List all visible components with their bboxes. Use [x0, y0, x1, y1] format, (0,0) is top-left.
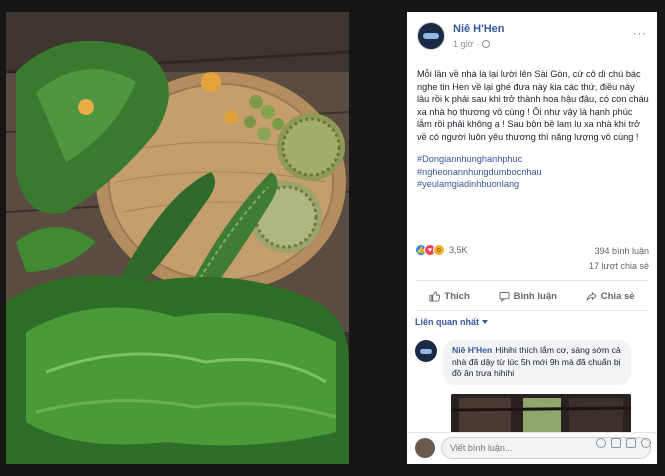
- comment-count[interactable]: 394 bình luận: [594, 246, 649, 256]
- gif-icon[interactable]: [626, 438, 636, 448]
- comment-sort-dropdown[interactable]: Liên quan nhất: [415, 317, 488, 327]
- thumbs-up-icon: [429, 290, 441, 302]
- screenshot: Niê H'Hen 1 giờ · ··· Mỗi lần về nhà là …: [0, 0, 665, 476]
- author-name[interactable]: Niê H'Hen: [453, 23, 505, 35]
- share-label: Chia sẻ: [600, 290, 635, 302]
- post-meta: 1 giờ ·: [453, 39, 491, 49]
- share-button[interactable]: Chia sẻ: [586, 291, 635, 302]
- share-icon: [586, 291, 597, 301]
- hashtags: #Dongiannhunghanhphuc #ngheonannhungdumb…: [417, 153, 649, 191]
- hashtag-link[interactable]: #Dongiannhunghanhphuc: [417, 153, 649, 166]
- post-panel: Niê H'Hen 1 giờ · ··· Mỗi lần về nhà là …: [407, 12, 657, 464]
- post-photo[interactable]: [6, 12, 349, 464]
- caret-down-icon: [482, 320, 488, 324]
- like-button[interactable]: Thích: [429, 290, 470, 302]
- globe-icon: [482, 40, 491, 48]
- more-options-icon[interactable]: ···: [633, 28, 647, 40]
- vegetables-image: [6, 12, 349, 464]
- comment-bubble: Niê H'Hen Hihihi thích lắm cơ, sáng sớm c…: [443, 340, 631, 385]
- comment-icon: [499, 291, 510, 302]
- reactions-summary[interactable]: 👍 ♥ o 3,5K: [415, 244, 468, 256]
- author-avatar[interactable]: [417, 22, 445, 50]
- comment-sort-label: Liên quan nhất: [415, 317, 479, 327]
- hashtag-link[interactable]: #ngheonannhungdumbocnhau: [417, 166, 649, 179]
- like-label: Thích: [444, 290, 470, 302]
- current-user-avatar: [415, 438, 435, 458]
- post-actions: Thích Bình luận Chia sẻ: [415, 284, 649, 308]
- divider: [415, 310, 649, 311]
- comment-input[interactable]: [450, 443, 555, 453]
- camera-icon[interactable]: [611, 438, 621, 448]
- divider: [415, 280, 649, 281]
- wow-reaction-icon: o: [433, 244, 445, 256]
- commenter-avatar[interactable]: [415, 340, 437, 362]
- hashtag-link[interactable]: #yeulamgiadinhbuonlang: [417, 178, 649, 191]
- comment-button[interactable]: Bình luận: [499, 291, 557, 302]
- composer-icons: [596, 438, 651, 448]
- reaction-count: 3,5K: [449, 245, 468, 255]
- commenter-name[interactable]: Niê H'Hen: [452, 345, 492, 355]
- post-header: Niê H'Hen 1 giờ · ···: [417, 22, 647, 52]
- share-count[interactable]: 17 lượt chia sẻ: [589, 261, 649, 271]
- post-text: Mỗi lần về nhà là lại lười lên Sài Gòn, …: [417, 69, 652, 142]
- comment-label: Bình luận: [513, 290, 557, 302]
- post-time[interactable]: 1 giờ: [453, 39, 473, 49]
- post-stats: 👍 ♥ o 3,5K 394 bình luận 17 lượt chia sẻ: [415, 244, 649, 278]
- comment-composer: [407, 432, 657, 464]
- sticker-icon[interactable]: [641, 438, 651, 448]
- emoji-icon[interactable]: [596, 438, 606, 448]
